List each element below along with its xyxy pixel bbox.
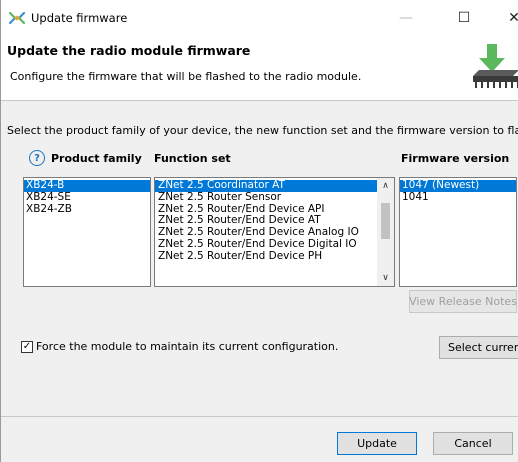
product-family-item[interactable]: XB24-ZB	[24, 203, 150, 216]
function-set-scrollbar[interactable]: ∧ ∨	[377, 178, 394, 286]
function-set-list[interactable]: ZNet 2.5 Coordinator AT ZNet 2.5 Router …	[154, 177, 395, 287]
product-family-item[interactable]: XB24-SE	[24, 191, 150, 204]
cancel-button[interactable]: Cancel	[433, 432, 513, 455]
function-set-item[interactable]: ZNet 2.5 Router Sensor	[155, 191, 377, 204]
view-release-notes-button[interactable]: View Release Notes	[409, 290, 517, 313]
instructions-text: Select the product family of your device…	[7, 124, 518, 137]
minimize-button[interactable]: —	[383, 0, 429, 36]
help-icon[interactable]: ?	[29, 150, 45, 166]
function-set-heading: Function set	[154, 152, 231, 165]
function-set-item[interactable]: ZNet 2.5 Router/End Device Digital IO	[155, 238, 377, 251]
scroll-thumb[interactable]	[381, 203, 390, 239]
update-firmware-dialog: Update firmware — ☐ ✕ Update the radio m…	[0, 0, 518, 462]
force-config-checkbox[interactable]: ✓	[21, 340, 33, 353]
header-banner: Update the radio module firmware Configu…	[1, 36, 518, 101]
update-button[interactable]: Update	[337, 432, 417, 455]
firmware-icon	[8, 11, 26, 25]
product-family-heading: Product family	[51, 152, 142, 165]
chip-download-icon	[473, 44, 518, 88]
force-config-label[interactable]: Force the module to maintain its current…	[36, 340, 338, 353]
banner-subtitle: Configure the firmware that will be flas…	[10, 70, 362, 83]
window-title: Update firmware	[31, 11, 128, 25]
scroll-up-icon[interactable]: ∧	[377, 178, 394, 194]
footer-divider	[1, 416, 518, 417]
firmware-version-item[interactable]: 1041	[400, 191, 516, 204]
firmware-version-list[interactable]: 1047 (Newest) 1041	[399, 177, 517, 287]
product-family-list[interactable]: XB24-B XB24-SE XB24-ZB	[23, 177, 151, 287]
select-current-button[interactable]: Select current	[439, 336, 518, 359]
function-set-item[interactable]: ZNet 2.5 Router/End Device PH	[155, 250, 377, 263]
firmware-version-heading: Firmware version	[401, 152, 510, 165]
close-button[interactable]: ✕	[491, 0, 518, 36]
title-bar: Update firmware — ☐ ✕	[1, 0, 518, 36]
scroll-down-icon[interactable]: ∨	[377, 270, 394, 286]
banner-title: Update the radio module firmware	[7, 43, 251, 58]
force-config-row[interactable]: ✓ Force the module to maintain its curre…	[21, 340, 338, 353]
maximize-button[interactable]: ☐	[441, 0, 487, 36]
